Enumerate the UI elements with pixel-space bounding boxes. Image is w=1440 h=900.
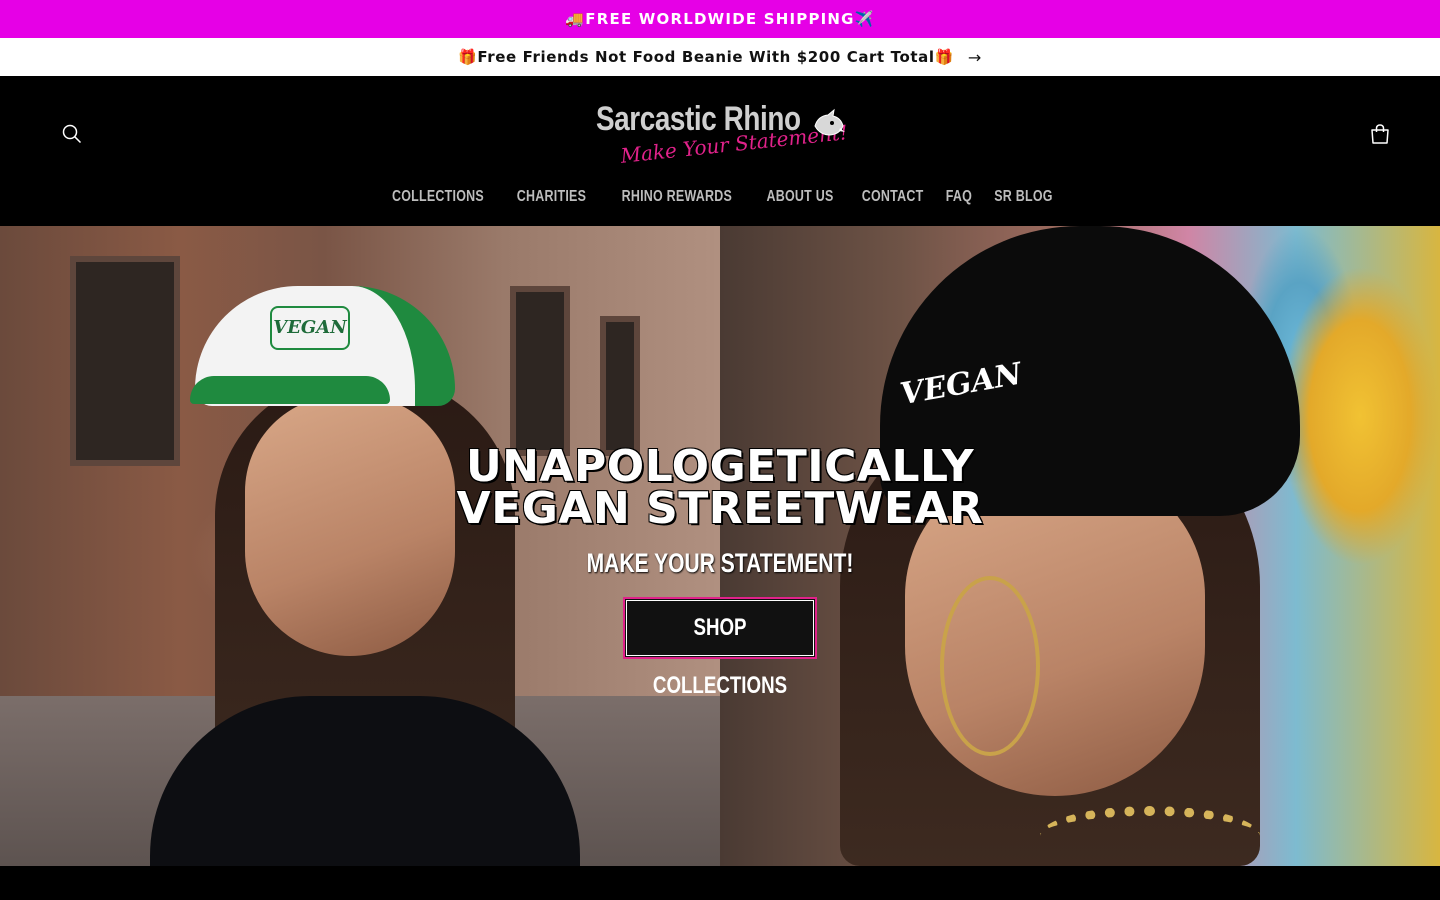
building-window (600, 316, 640, 456)
announcement-bar-shipping: 🚚FREE WORLDWIDE SHIPPING✈️ (0, 0, 1440, 38)
hero-subtitle: MAKE YOUR STATEMENT! (586, 548, 854, 578)
building-window (510, 286, 570, 456)
announcement-beanie-text[interactable]: 🎁Free Friends Not Food Beanie With $200 … (458, 48, 954, 66)
main-navigation: COLLECTIONS CHARITIES RHINO REWARDS ABOU… (0, 188, 1440, 216)
hero-content: UNAPOLOGETICALLY VEGAN STREETWEAR MAKE Y… (0, 441, 1440, 700)
nav-rhino-rewards[interactable]: RHINO REWARDS (613, 188, 741, 216)
cart-button[interactable] (1362, 116, 1398, 152)
site-header: Sarcastic Rhino Make Your Statement! COL… (0, 76, 1440, 226)
nav-charities[interactable]: CHARITIES (508, 188, 595, 216)
nav-faq[interactable]: FAQ (938, 188, 982, 216)
hero-title-line-1: UNAPOLOGETICALLY (465, 441, 975, 492)
rhino-logo-icon (814, 108, 845, 136)
shop-collections-label[interactable]: SHOP COLLECTIONS (646, 599, 794, 715)
nav-sr-blog[interactable]: SR BLOG (986, 188, 1062, 216)
announcement-shipping-text: 🚚FREE WORLDWIDE SHIPPING✈️ (565, 10, 875, 28)
nav-collections[interactable]: COLLECTIONS (383, 188, 492, 216)
search-button[interactable] (54, 116, 90, 152)
nav-contact[interactable]: CONTACT (853, 188, 932, 216)
hat-brim (190, 376, 390, 404)
building-window (70, 256, 180, 466)
hero-banner: VEGAN VEGAN UNAPOLOGETICALLY VEGAN STREE… (0, 226, 1440, 866)
hero-title-line-2: VEGAN STREETWEAR (456, 483, 984, 534)
gold-chain (1040, 806, 1260, 866)
arrow-right-icon[interactable]: → (968, 48, 982, 67)
hero-title: UNAPOLOGETICALLY VEGAN STREETWEAR (0, 441, 1440, 534)
site-logo[interactable]: Sarcastic Rhino Make Your Statement! (590, 98, 850, 168)
search-icon (62, 124, 82, 144)
shop-collections-button[interactable]: SHOP COLLECTIONS (623, 597, 817, 699)
hat-logo-text: VEGAN (270, 306, 350, 350)
nav-about-us[interactable]: ABOUT US (758, 188, 842, 216)
cart-bag-icon (1371, 124, 1389, 144)
announcement-bar-beanie[interactable]: 🎁Free Friends Not Food Beanie With $200 … (0, 38, 1440, 76)
